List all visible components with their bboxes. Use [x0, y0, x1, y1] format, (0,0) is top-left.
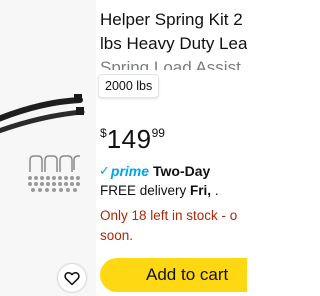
product-image-panel[interactable]	[0, 0, 96, 296]
price-currency: $	[100, 126, 107, 140]
check-icon: ✓	[99, 163, 110, 178]
prime-speed: Two-Day	[153, 163, 211, 179]
product-details: Helper Spring Kit 2 lbs Heavy Duty Lea S…	[96, 0, 247, 296]
delivery-suffix: .	[214, 183, 219, 198]
price-fraction: 99	[151, 126, 165, 140]
delivery-date: Fri,	[190, 183, 212, 198]
title-line: Helper Spring Kit 2	[100, 10, 243, 29]
wishlist-button[interactable]	[58, 264, 86, 292]
variant-chip[interactable]: 2000 lbs	[98, 74, 160, 98]
title-line: lbs Heavy Duty Lea	[100, 34, 247, 53]
heart-outline-icon	[64, 271, 80, 285]
prime-label: prime	[110, 163, 150, 179]
product-image[interactable]	[0, 70, 96, 210]
product-title[interactable]: Helper Spring Kit 2 lbs Heavy Duty Lea S…	[100, 8, 247, 70]
stock-status: Only 18 left in stock - o soon.	[100, 206, 247, 246]
title-line: Spring Load Assist	[100, 58, 241, 70]
stock-line: Only 18 left in stock - o	[100, 208, 238, 223]
delivery-info: FREE delivery Fri, .	[100, 183, 219, 198]
price-whole: 149	[106, 124, 152, 154]
prime-badge: ✓ prime Two-Day	[99, 162, 210, 180]
delivery-prefix: FREE delivery	[100, 183, 187, 198]
add-to-cart-button[interactable]: Add to cart	[100, 258, 247, 292]
price: $14999	[100, 124, 165, 158]
stock-line: soon.	[100, 228, 134, 243]
